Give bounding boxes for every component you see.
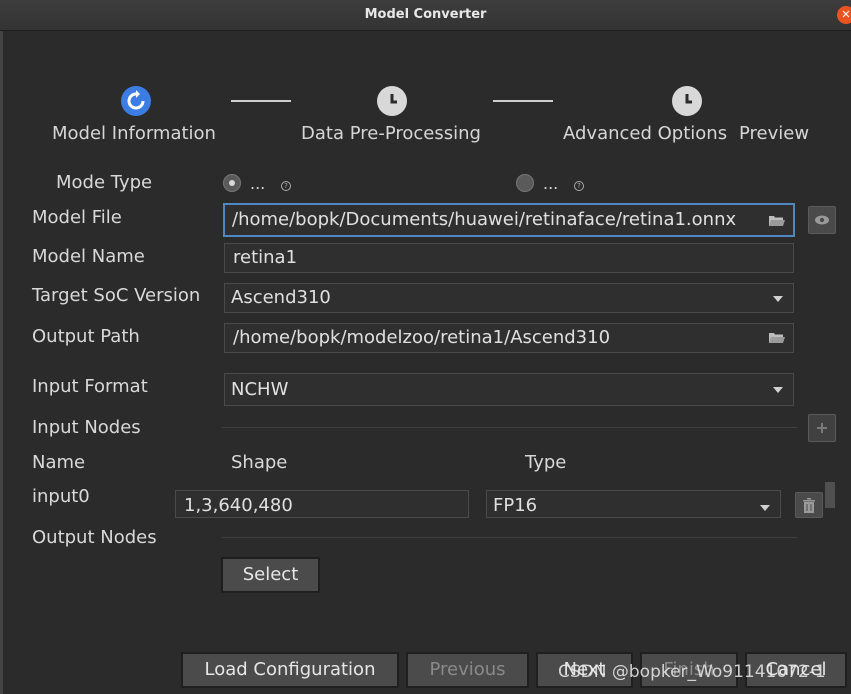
column-header-type: Type <box>525 452 567 473</box>
mode-type-radio-1-label: ... <box>250 174 266 193</box>
step-connector <box>231 100 291 102</box>
step-label-preview: Preview <box>739 123 810 144</box>
mode-type-label: Mode Type <box>56 172 153 193</box>
input-format-select[interactable]: NCHW <box>224 373 794 406</box>
input-format-value: NCHW <box>231 379 289 400</box>
input-format-label: Input Format <box>32 376 148 397</box>
model-name-label: Model Name <box>32 246 145 267</box>
column-header-name: Name <box>32 452 86 473</box>
scrollbar-thumb[interactable] <box>825 482 835 508</box>
previous-button[interactable]: Previous <box>406 652 529 688</box>
input-node-type-value: FP16 <box>493 495 538 516</box>
folder-icon[interactable] <box>769 332 785 343</box>
divider <box>222 427 797 428</box>
input-nodes-label: Input Nodes <box>32 417 141 438</box>
output-path-label: Output Path <box>32 326 140 347</box>
help-icon[interactable]: ? <box>574 181 584 191</box>
window-title: Model Converter <box>364 7 487 22</box>
target-soc-value: Ascend310 <box>231 287 331 308</box>
column-header-shape: Shape <box>231 452 288 473</box>
input-node-type-select[interactable]: FP16 <box>486 490 781 518</box>
chevron-down-icon <box>760 505 770 511</box>
clock-icon <box>377 86 407 116</box>
model-file-input[interactable]: /home/bopk/Documents/huawei/retinaface/r… <box>223 203 795 237</box>
eye-icon[interactable] <box>808 206 836 234</box>
input-node-name: input0 <box>32 486 90 507</box>
watermark: CSDN @bopker_Wo91141072-1 <box>558 662 826 682</box>
step-connector <box>493 100 553 102</box>
output-path-value: /home/bopk/modelzoo/retina1/Ascend310 <box>233 327 611 348</box>
output-nodes-label: Output Nodes <box>32 527 157 548</box>
clock-icon <box>672 86 702 116</box>
step-label-model-information: Model Information <box>52 123 216 144</box>
model-name-input[interactable]: retina1 <box>224 243 794 273</box>
load-configuration-button[interactable]: Load Configuration <box>181 652 399 688</box>
target-soc-label: Target SoC Version <box>32 285 201 306</box>
output-path-input[interactable]: /home/bopk/modelzoo/retina1/Ascend310 <box>224 323 794 353</box>
help-icon[interactable]: ? <box>281 181 291 191</box>
mode-type-radio-2-label: ... <box>543 174 559 193</box>
model-file-value: /home/bopk/Documents/huawei/retinaface/r… <box>232 209 737 230</box>
target-soc-select[interactable]: Ascend310 <box>224 283 794 313</box>
chevron-down-icon <box>773 387 783 393</box>
close-icon[interactable]: ✕ <box>837 6 851 24</box>
input-node-shape-value: 1,3,640,480 <box>184 495 293 516</box>
folder-icon[interactable] <box>769 215 785 226</box>
select-output-nodes-button[interactable]: Select <box>221 557 320 593</box>
window-edge <box>0 31 3 694</box>
divider <box>222 537 797 538</box>
step-label-advanced-options: Advanced Options <box>563 123 728 144</box>
model-name-value: retina1 <box>233 247 298 268</box>
mode-type-radio-2[interactable] <box>516 174 534 192</box>
step-label-data-preprocessing: Data Pre-Processing <box>301 123 481 144</box>
mode-type-radio-1[interactable] <box>223 174 241 192</box>
trash-icon[interactable] <box>795 492 823 518</box>
plus-icon[interactable] <box>808 414 836 442</box>
title-bar: Model Converter ✕ <box>0 0 851 31</box>
model-file-label: Model File <box>32 207 122 228</box>
input-node-shape-input[interactable]: 1,3,640,480 <box>175 490 469 518</box>
chevron-down-icon <box>773 296 783 302</box>
step-active-icon <box>121 86 151 116</box>
